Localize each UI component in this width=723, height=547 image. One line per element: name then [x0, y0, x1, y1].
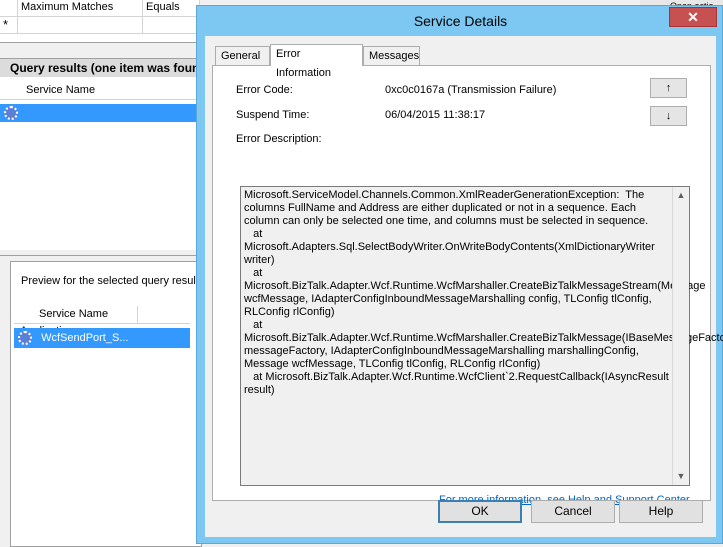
help-button[interactable]: Help	[619, 500, 703, 523]
query-results-row-label: WcfSendPort_SqlAdapterBinding_T	[6, 125, 181, 137]
preview-header[interactable]: Service NameApplication	[14, 306, 190, 337]
arrow-up-icon: ↑	[665, 82, 672, 94]
grid-cell[interactable]	[18, 17, 143, 34]
suspend-time-label: Suspend Time:	[236, 109, 310, 121]
query-results-header[interactable]: Service Name	[0, 82, 200, 100]
preview-row-application: CBRwithLO	[18, 352, 76, 364]
cancel-button[interactable]: Cancel	[531, 500, 615, 523]
query-results-panel: Query results (one item was foun Service…	[0, 58, 200, 250]
error-code-label: Error Code:	[236, 84, 293, 96]
service-details-dialog: Service Details ✕ General Error Informat…	[196, 5, 723, 544]
grid-header-maximum-matches: Maximum Matches	[18, 0, 143, 17]
next-button[interactable]: ↓	[650, 106, 687, 126]
scroll-down-icon[interactable]: ▼	[673, 468, 689, 485]
error-information-panel: Error Code: 0xc0c0167a (Transmission Fai…	[212, 65, 723, 506]
preview-row[interactable]: WcfSendPort_S... CBRwithLO	[14, 328, 190, 364]
grid-cell[interactable]	[143, 17, 200, 34]
query-results-row[interactable]: WcfSendPort_SqlAdapterBinding_T	[0, 104, 200, 137]
service-gear-icon	[18, 331, 32, 346]
error-description-label: Error Description:	[236, 133, 322, 145]
column-service-name[interactable]: Service Name	[18, 84, 95, 96]
scroll-up-icon[interactable]: ▲	[673, 187, 689, 204]
preview-panel: Preview for the selected query result	[10, 261, 202, 547]
error-code-value: 0xc0c0167a (Transmission Failure)	[385, 84, 557, 96]
close-button[interactable]: ✕	[669, 7, 717, 27]
error-description-text: Microsoft.ServiceModel.Channels.Common.X…	[244, 189, 723, 396]
preview-row-service: WcfSendPort_S...	[41, 332, 129, 344]
dialog-client-area: General Error Information Messages Error…	[205, 36, 723, 537]
preview-area: Preview for the selected query result Se…	[0, 255, 202, 547]
arrow-down-icon: ↓	[665, 110, 672, 122]
tab-error-information[interactable]: Error Information	[270, 44, 363, 79]
previous-button[interactable]: ↑	[650, 78, 687, 98]
ok-button[interactable]: OK	[438, 500, 522, 523]
new-row-marker: *	[0, 17, 18, 34]
criteria-grid: Maximum Matches Equals *	[0, 0, 200, 43]
tab-messages[interactable]: Messages	[363, 46, 420, 65]
close-icon: ✕	[687, 9, 699, 25]
error-description-textbox[interactable]: Microsoft.ServiceModel.Channels.Common.X…	[240, 186, 723, 486]
query-results-title: Query results (one item was foun	[0, 59, 200, 77]
dialog-title: Service Details	[413, 13, 508, 29]
service-gear-icon	[4, 106, 18, 121]
column-service-name[interactable]: Service Name	[34, 306, 138, 323]
suspend-time-value: 06/04/2015 11:38:17	[385, 109, 486, 121]
tab-general[interactable]: General	[215, 46, 270, 65]
grid-header-equals: Equals	[143, 0, 200, 17]
preview-label: Preview for the selected query result	[21, 275, 199, 287]
grid-row-header	[0, 0, 18, 17]
vertical-scrollbar[interactable]: ▲ ▼	[672, 187, 689, 485]
